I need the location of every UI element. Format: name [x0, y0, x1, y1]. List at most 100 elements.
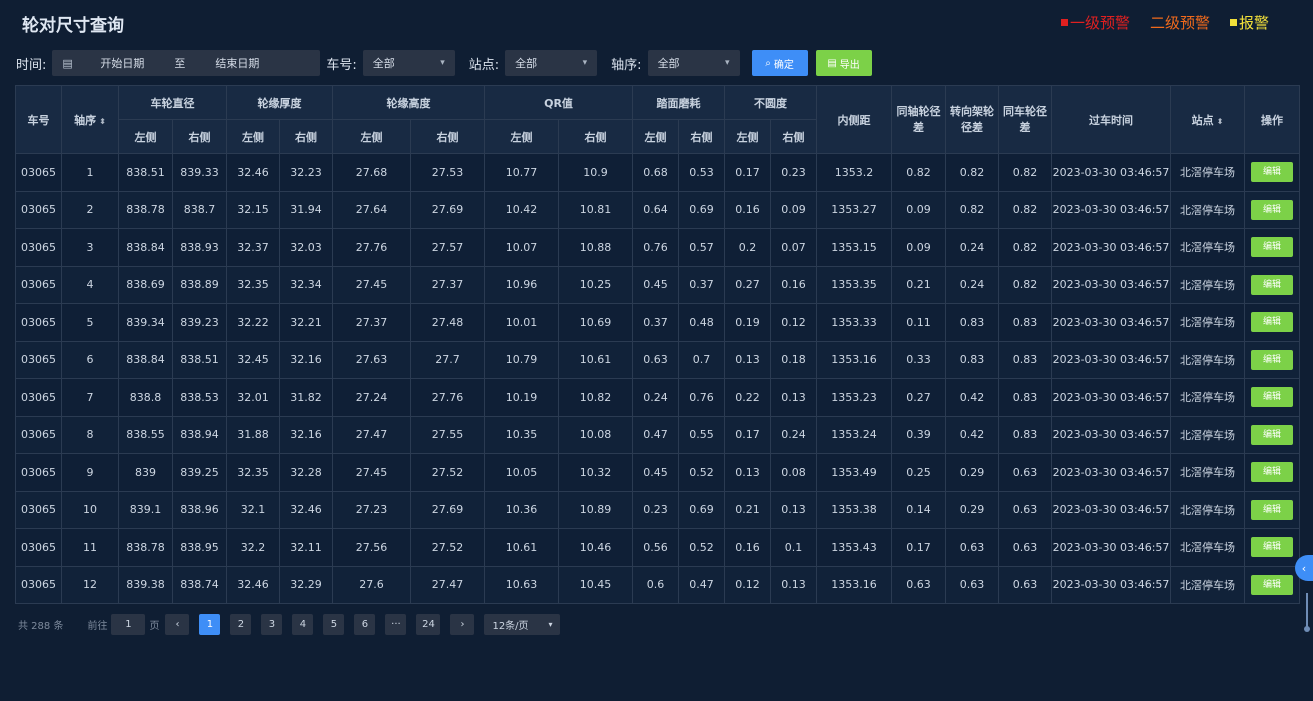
date-range-picker[interactable]: ▤ 开始日期 至 结束日期	[52, 50, 321, 76]
cell-flange-hgt-right: 27.69	[410, 490, 485, 529]
cell-out-of-round-right: 0.16	[770, 265, 818, 304]
cell-qr-left: 10.35	[484, 415, 559, 454]
cell-same-axle-diff: 0.82	[891, 153, 947, 192]
export-button[interactable]: ▤ 导出	[815, 50, 872, 76]
cell-action: 编辑	[1244, 415, 1301, 454]
legend-level1-label: 一级预警	[1069, 14, 1130, 32]
cell-flange-thk-right: 32.16	[279, 340, 333, 379]
cell-pass-time: 2023-03-30 03:46:57	[1051, 490, 1172, 529]
cell-qr-left: 10.96	[484, 265, 559, 304]
edit-button[interactable]: 编辑	[1251, 574, 1294, 595]
col-station[interactable]: 站点 ⬍	[1170, 85, 1246, 154]
cell-same-axle-diff: 0.09	[891, 190, 947, 229]
cell-car-no: 03065	[15, 453, 62, 492]
table-row: 03065 2 838.78 838.7 32.15 31.94 27.64 27.69 10.…	[15, 190, 1301, 229]
cell-pass-time: 2023-03-30 03:46:57	[1051, 415, 1172, 454]
car-select[interactable]: 全部 ▾	[362, 50, 455, 76]
cell-action: 编辑	[1244, 453, 1301, 492]
page-button[interactable]: 3	[261, 613, 283, 635]
cell-same-axle-diff: 0.33	[891, 340, 947, 379]
cell-tread-wear-right: 0.69	[678, 490, 726, 529]
edit-button[interactable]: 编辑	[1251, 274, 1294, 295]
cell-same-car-diff: 0.83	[998, 303, 1053, 342]
goto-page-input[interactable]: 1	[111, 613, 146, 635]
cell-station: 北滘停车场	[1170, 303, 1246, 342]
cell-same-car-diff: 0.83	[998, 378, 1053, 417]
subcol-right: 右侧	[770, 119, 818, 154]
edit-button[interactable]: 编辑	[1251, 237, 1294, 258]
col-pass-time: 过车时间	[1051, 85, 1172, 154]
page-button[interactable]: 2	[230, 613, 252, 635]
cell-flange-hgt-right: 27.52	[410, 528, 485, 567]
axle-select[interactable]: 全部 ▾	[647, 50, 740, 76]
cell-wheel-dia-left: 838.78	[118, 190, 173, 229]
cell-flange-hgt-left: 27.37	[332, 303, 411, 342]
cell-flange-thk-left: 32.22	[226, 303, 280, 342]
cell-flange-thk-left: 32.46	[226, 153, 280, 192]
edit-button[interactable]: 编辑	[1251, 537, 1294, 558]
cell-pass-time: 2023-03-30 03:46:57	[1051, 453, 1172, 492]
cell-out-of-round-left: 0.21	[724, 490, 772, 529]
cell-flange-hgt-right: 27.47	[410, 565, 485, 604]
edit-button[interactable]: 编辑	[1251, 199, 1294, 220]
cell-action: 编辑	[1244, 190, 1301, 229]
wheel-size-table: 车号 轴序 ⬍ 车轮直径 轮缘厚度 轮缘高度 QR值 踏面磨耗 不圆度 内侧距 同…	[15, 85, 1301, 604]
legend-level1: 一级预警	[1060, 12, 1130, 33]
cell-tread-wear-right: 0.55	[678, 415, 726, 454]
sort-icon[interactable]: ⬍	[1217, 117, 1224, 126]
col-same-axle-diff: 同轴轮径差	[891, 85, 947, 154]
chevron-down-icon: ▾	[548, 619, 553, 629]
page-size-select[interactable]: 12条/页 ▾	[484, 613, 561, 635]
cell-flange-hgt-left: 27.47	[332, 415, 411, 454]
scrollbar-thumb[interactable]	[1304, 626, 1310, 632]
edit-button[interactable]: 编辑	[1251, 424, 1294, 445]
confirm-button[interactable]: ⌕ 确定	[751, 50, 808, 76]
edit-button[interactable]: 编辑	[1251, 462, 1294, 483]
cell-axle-no: 8	[61, 415, 119, 454]
cell-same-axle-diff: 0.63	[891, 565, 947, 604]
cell-out-of-round-right: 0.23	[770, 153, 818, 192]
page-button[interactable]: 6	[354, 613, 376, 635]
cell-out-of-round-left: 0.13	[724, 340, 772, 379]
page-button[interactable]: 4	[292, 613, 314, 635]
cell-same-car-diff: 0.63	[998, 453, 1053, 492]
next-page-button[interactable]: ›	[450, 613, 475, 635]
station-select[interactable]: 全部 ▾	[505, 50, 598, 76]
alert-legend: 一级预警 二级预警 报警	[1060, 12, 1269, 33]
legend-level2-label: 二级预警	[1149, 14, 1210, 32]
page-button[interactable]: 24	[416, 613, 441, 635]
edit-button[interactable]: 编辑	[1251, 312, 1294, 333]
cell-station: 北滘停车场	[1170, 490, 1246, 529]
page-ellipsis[interactable]: ···	[385, 613, 407, 635]
cell-qr-left: 10.01	[484, 303, 559, 342]
cell-tread-wear-right: 0.37	[678, 265, 726, 304]
cell-flange-hgt-right: 27.69	[410, 190, 485, 229]
page-button[interactable]: 5	[323, 613, 345, 635]
cell-flange-hgt-left: 27.68	[332, 153, 411, 192]
cell-out-of-round-right: 0.24	[770, 415, 818, 454]
cell-bogie-diff: 0.24	[945, 265, 1000, 304]
start-date-input[interactable]: 开始日期	[100, 55, 144, 71]
edit-button[interactable]: 编辑	[1251, 387, 1294, 408]
table-row: 03065 9 839 839.25 32.35 32.28 27.45 27.52 10.05…	[15, 453, 1301, 492]
cell-flange-hgt-left: 27.76	[332, 228, 411, 267]
cell-wheel-dia-right: 839.25	[172, 453, 227, 492]
cell-tread-wear-left: 0.24	[632, 378, 680, 417]
cell-wheel-dia-left: 839.38	[118, 565, 173, 604]
col-tread-wear: 踏面磨耗	[632, 85, 726, 120]
cell-flange-thk-left: 31.88	[226, 415, 280, 454]
table-row: 03065 1 838.51 839.33 32.46 32.23 27.68 27.53 10…	[15, 153, 1301, 192]
edit-button[interactable]: 编辑	[1251, 349, 1294, 370]
end-date-input[interactable]: 结束日期	[215, 55, 259, 71]
edit-button[interactable]: 编辑	[1251, 499, 1294, 520]
sort-icon[interactable]: ⬍	[99, 117, 106, 126]
cell-qr-right: 10.08	[557, 415, 634, 454]
col-axle-no[interactable]: 轴序 ⬍	[61, 85, 119, 154]
prev-page-button[interactable]: ‹	[165, 613, 190, 635]
page-button[interactable]: 1	[199, 613, 221, 635]
cell-qr-left: 10.61	[484, 528, 559, 567]
cell-flange-thk-right: 32.46	[279, 490, 333, 529]
cell-car-no: 03065	[15, 378, 62, 417]
edit-button[interactable]: 编辑	[1251, 162, 1294, 183]
cell-flange-hgt-right: 27.52	[410, 453, 485, 492]
